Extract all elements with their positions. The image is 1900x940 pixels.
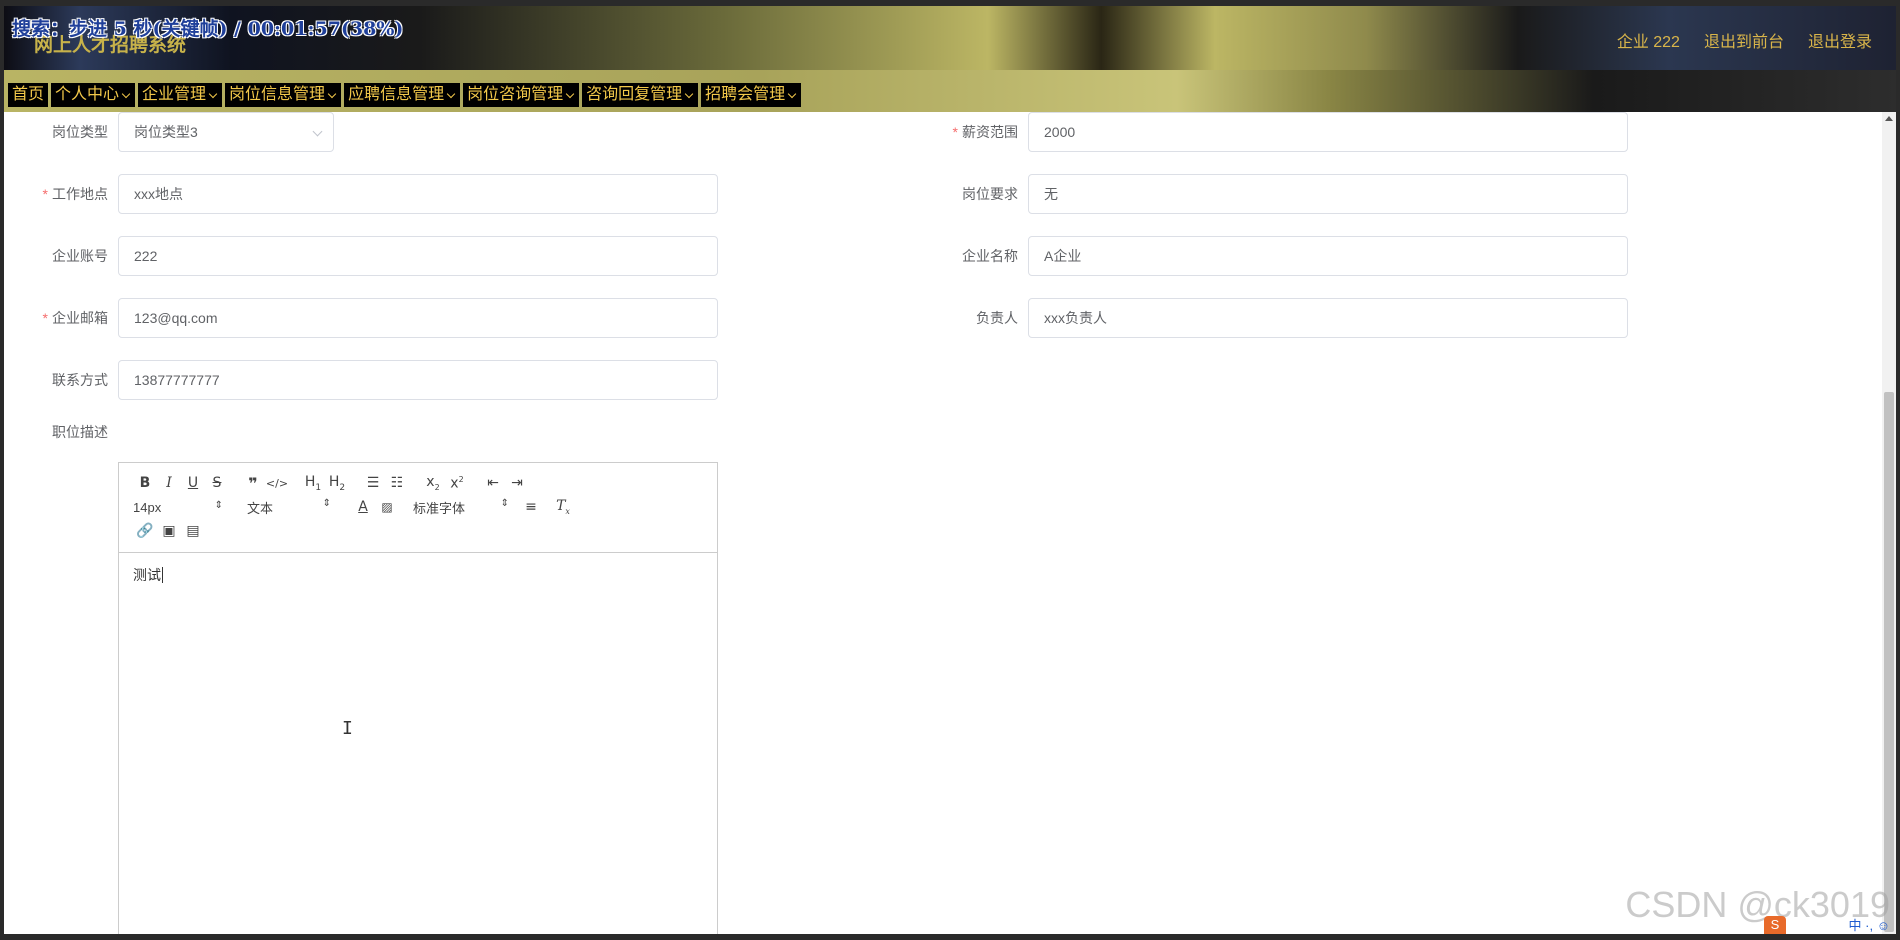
input-method-tray: 中 ·, ☺ (1848, 918, 1890, 933)
bullet-list-button[interactable]: ☷ (385, 475, 409, 491)
updown-icon: ⇕ (500, 497, 509, 509)
logout-link[interactable]: 退出登录 (1808, 28, 1872, 52)
account-label: 企业账号 (52, 248, 108, 264)
job-type-label: 岗位类型 (52, 124, 108, 140)
company-name-label: 企业名称 (962, 248, 1018, 264)
font-color-button[interactable]: A (351, 499, 375, 515)
nav-item-reply-management[interactable]: 咨询回复管理 (582, 83, 699, 107)
job-type-select[interactable]: 岗位类型3 (118, 112, 334, 152)
chevron-down-icon (787, 89, 797, 98)
underline-button[interactable]: U (181, 475, 205, 491)
scroll-thumb[interactable] (1884, 392, 1894, 932)
exit-to-frontend-link[interactable]: 退出到前台 (1704, 28, 1784, 52)
editor-body[interactable]: 测试 (119, 553, 717, 597)
bold-button[interactable]: B (133, 475, 157, 491)
location-label: * 工作地点 (42, 186, 108, 202)
video-seek-overlay: 搜索：步进 5 秒(关键帧) / 00:01:57(38%) (12, 18, 404, 40)
app-window: 网上人才招聘系统 企业 222 退出到前台 退出登录 搜索：步进 5 秒(关键帧… (4, 6, 1896, 934)
account-input[interactable]: 222 (118, 236, 718, 276)
phone-input[interactable]: 13877777777 (118, 360, 718, 400)
indent-button[interactable]: ⇥ (505, 475, 529, 491)
link-icon[interactable]: 🔗 (133, 523, 157, 539)
chevron-down-icon (121, 89, 131, 98)
video-icon[interactable]: ▤ (181, 523, 205, 539)
superscript-button[interactable]: x2 (445, 475, 469, 492)
chevron-down-icon (208, 89, 218, 98)
nav-item-company-management[interactable]: 企业管理 (138, 83, 223, 107)
chevron-down-icon (327, 89, 337, 98)
company-name-input[interactable]: A企业 (1028, 236, 1628, 276)
chevron-down-icon (684, 89, 694, 98)
blockquote-button[interactable]: ❞ (241, 474, 265, 493)
font-family-select[interactable]: 标准字体 ⇕ (413, 498, 509, 517)
contact-person-label: 负责人 (976, 310, 1018, 326)
updown-icon: ⇕ (214, 499, 223, 511)
contact-person-input[interactable]: xxx负责人 (1028, 298, 1628, 338)
requirements-label: 岗位要求 (962, 186, 1018, 202)
font-size-select[interactable]: 14px ⇕ (133, 500, 223, 515)
text-cursor-icon: I (342, 718, 353, 739)
strike-button[interactable]: S (205, 475, 229, 491)
nav-item-job-info-management[interactable]: 岗位信息管理 (225, 83, 342, 107)
heading2-button[interactable]: H2 (325, 474, 349, 493)
input-method-icon: S (1764, 916, 1786, 934)
editor-toolbar: B I U S ❞ </> H1 H2 ☰ ☷ x2 x2 ⇤ ⇥ 14px ⇕… (119, 463, 717, 553)
nav-item-job-fair-management[interactable]: 招聘会管理 (701, 83, 802, 107)
location-input[interactable]: xxx地点 (118, 174, 718, 214)
description-label: 职位描述 (52, 424, 108, 440)
text-style-select[interactable]: 文本 ⇕ (247, 498, 331, 517)
nav-item-personal-center[interactable]: 个人中心 (51, 83, 136, 107)
chevron-down-icon (565, 89, 575, 98)
updown-icon: ⇕ (322, 497, 331, 509)
heading1-button[interactable]: H1 (301, 474, 325, 493)
nav-menu: 首页 个人中心 企业管理 岗位信息管理 应聘信息管理 岗位咨询管理 咨询回复管理… (8, 83, 804, 107)
form-content: 岗位类型 岗位类型3 * 薪资范围 2000 * 工作地点 xxx地点 岗位要求 无… (4, 112, 1896, 934)
scroll-up-arrow-icon[interactable] (1885, 116, 1893, 121)
chevron-down-icon (312, 126, 323, 137)
email-input[interactable]: 123@qq.com (118, 298, 718, 338)
ordered-list-button[interactable]: ☰ (361, 475, 385, 491)
chevron-down-icon (446, 89, 456, 98)
salary-label: * 薪资范围 (952, 124, 1018, 140)
rich-text-editor: B I U S ❞ </> H1 H2 ☰ ☷ x2 x2 ⇤ ⇥ 14px ⇕… (118, 462, 718, 934)
salary-input[interactable]: 2000 (1028, 112, 1628, 152)
requirements-input[interactable]: 无 (1028, 174, 1628, 214)
main-nav: 首页 个人中心 企业管理 岗位信息管理 应聘信息管理 岗位咨询管理 咨询回复管理… (4, 70, 1896, 112)
page-scrollbar[interactable] (1882, 112, 1896, 934)
subscript-button[interactable]: x2 (421, 474, 445, 492)
user-account-link[interactable]: 企业 222 (1617, 28, 1680, 52)
header-links: 企业 222 退出到前台 退出登录 (1617, 28, 1896, 52)
nav-item-home[interactable]: 首页 (8, 83, 49, 107)
phone-label: 联系方式 (52, 372, 108, 388)
align-button[interactable]: ≡ (519, 499, 543, 515)
outdent-button[interactable]: ⇤ (481, 475, 505, 491)
code-block-button[interactable]: </> (265, 477, 289, 490)
image-icon[interactable]: ▣ (157, 523, 181, 539)
clear-format-button[interactable]: Tx (551, 498, 575, 516)
background-color-button[interactable]: ▨ (375, 500, 399, 514)
italic-button[interactable]: I (157, 475, 181, 491)
nav-item-application-management[interactable]: 应聘信息管理 (344, 83, 461, 107)
nav-item-job-inquiry-management[interactable]: 岗位咨询管理 (463, 83, 580, 107)
email-label: * 企业邮箱 (42, 310, 108, 326)
